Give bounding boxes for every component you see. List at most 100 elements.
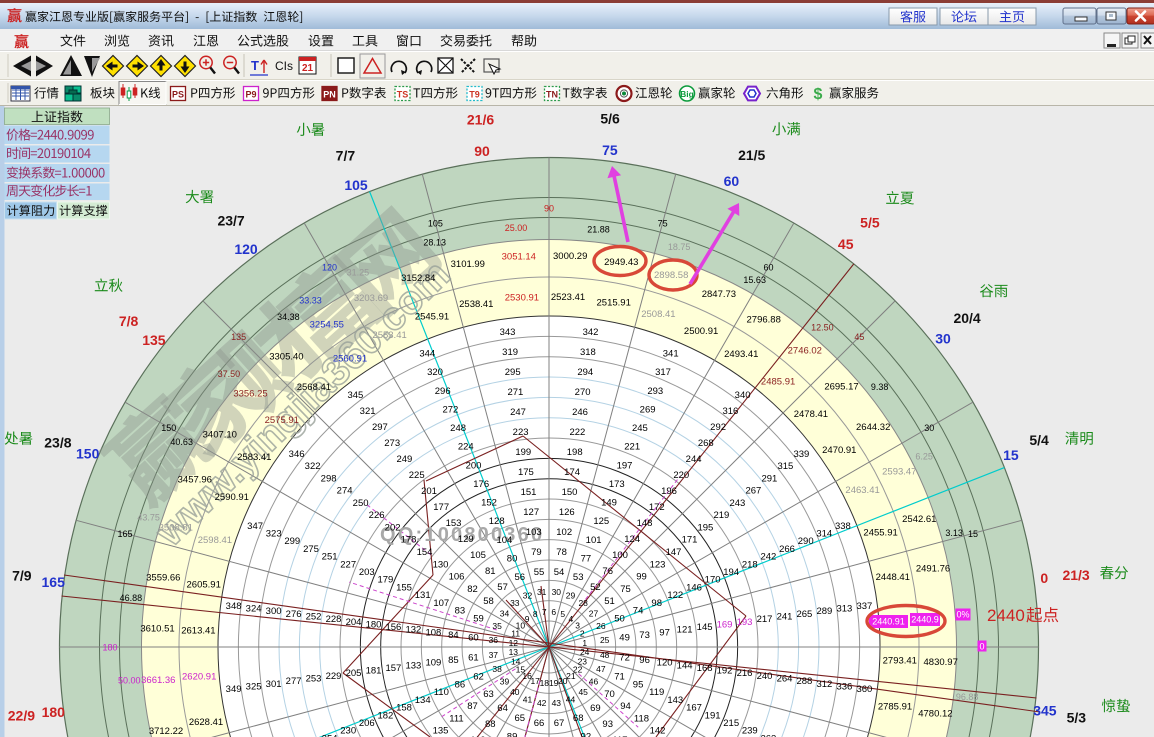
svg-text:57: 57 — [497, 582, 508, 593]
svg-text:2793.41: 2793.41 — [883, 656, 917, 667]
svg-text:48: 48 — [600, 650, 610, 660]
svg-text:0: 0 — [1040, 570, 1048, 586]
svg-text:200: 200 — [466, 460, 482, 471]
svg-text:148: 148 — [637, 518, 653, 529]
svg-text:2440.9: 2440.9 — [911, 615, 939, 625]
svg-text:54: 54 — [554, 567, 565, 578]
svg-text:75: 75 — [602, 142, 618, 158]
svg-text:227: 227 — [340, 559, 356, 570]
svg-text:263: 263 — [760, 733, 776, 737]
svg-text:129: 129 — [458, 534, 474, 545]
svg-text:170: 170 — [705, 575, 721, 586]
svg-text:26: 26 — [596, 621, 606, 631]
svg-text:68: 68 — [573, 713, 584, 724]
svg-text:45: 45 — [838, 236, 854, 252]
svg-text:6: 6 — [551, 607, 556, 617]
svg-text:172: 172 — [649, 502, 665, 513]
svg-text:2613.41: 2613.41 — [181, 626, 215, 637]
svg-text:5/4: 5/4 — [1029, 432, 1049, 448]
svg-text:130: 130 — [433, 559, 449, 570]
svg-text:45: 45 — [854, 332, 864, 342]
svg-text:313: 313 — [836, 604, 852, 615]
svg-text:155: 155 — [396, 583, 412, 594]
svg-text:300: 300 — [266, 606, 282, 617]
svg-text:CIs: CIs — [275, 59, 293, 73]
svg-text:239: 239 — [742, 726, 758, 737]
svg-text:45: 45 — [578, 687, 588, 697]
svg-text:25.00: 25.00 — [505, 223, 528, 233]
svg-text:295: 295 — [505, 367, 521, 378]
svg-text:341: 341 — [663, 349, 679, 360]
svg-text:301: 301 — [266, 679, 282, 690]
svg-text:192: 192 — [717, 666, 733, 677]
svg-text:2500.91: 2500.91 — [684, 326, 718, 337]
svg-text:108: 108 — [425, 627, 441, 638]
svg-text:36: 36 — [489, 635, 499, 645]
svg-text:103: 103 — [526, 527, 542, 538]
svg-text:12.50: 12.50 — [811, 322, 834, 332]
svg-text:PN: PN — [323, 90, 336, 100]
svg-text:60: 60 — [468, 633, 479, 644]
svg-text:74: 74 — [633, 606, 644, 617]
svg-text:63: 63 — [483, 689, 494, 700]
svg-text:254: 254 — [322, 733, 338, 737]
svg-text:345: 345 — [347, 390, 363, 401]
svg-text:2455.91: 2455.91 — [863, 527, 897, 538]
svg-text:5/6: 5/6 — [600, 111, 620, 127]
svg-text:107: 107 — [433, 598, 449, 609]
svg-text:31.25: 31.25 — [347, 267, 370, 277]
svg-text:102: 102 — [556, 527, 572, 538]
svg-text:250: 250 — [353, 498, 369, 509]
svg-text:86: 86 — [455, 679, 466, 690]
svg-text:2620.91: 2620.91 — [182, 672, 216, 683]
svg-text:175: 175 — [518, 467, 534, 478]
svg-text:2785.91: 2785.91 — [878, 701, 912, 712]
svg-text:324: 324 — [246, 604, 262, 615]
svg-text:2545.91: 2545.91 — [415, 312, 449, 323]
svg-text:34.38: 34.38 — [277, 312, 300, 322]
svg-text:178: 178 — [401, 535, 417, 546]
svg-text:2575.91: 2575.91 — [265, 415, 299, 426]
svg-text:93: 93 — [602, 719, 613, 730]
svg-text:338: 338 — [835, 521, 851, 532]
svg-text:276: 276 — [286, 609, 302, 620]
svg-text:21: 21 — [302, 63, 314, 74]
svg-text:147: 147 — [666, 547, 682, 558]
svg-text:3.13: 3.13 — [945, 528, 963, 538]
svg-text:248: 248 — [450, 423, 466, 434]
svg-text:73: 73 — [639, 630, 650, 641]
svg-text:120: 120 — [657, 658, 673, 669]
svg-text:7/7: 7/7 — [336, 148, 356, 164]
svg-text:2508.41: 2508.41 — [641, 309, 675, 320]
svg-text:18: 18 — [540, 678, 550, 688]
svg-text:297: 297 — [372, 422, 388, 433]
svg-text:176: 176 — [473, 479, 489, 490]
svg-text:40: 40 — [510, 687, 520, 697]
svg-text:PS: PS — [172, 90, 184, 100]
svg-text:128: 128 — [489, 516, 505, 527]
svg-text:6.25: 6.25 — [915, 451, 933, 461]
svg-text:349: 349 — [226, 684, 242, 695]
svg-text:111: 111 — [449, 714, 463, 725]
svg-text:220: 220 — [673, 470, 689, 481]
svg-text:20/4: 20/4 — [953, 310, 980, 326]
svg-text:173: 173 — [609, 479, 625, 490]
svg-text:340: 340 — [735, 390, 751, 401]
svg-text:31: 31 — [537, 587, 547, 597]
svg-text:39: 39 — [500, 677, 510, 687]
svg-text:9.38: 9.38 — [871, 382, 889, 392]
svg-text:292: 292 — [710, 422, 726, 433]
svg-text:3610.51: 3610.51 — [140, 624, 174, 635]
svg-text:66: 66 — [534, 718, 545, 729]
svg-text:133: 133 — [405, 660, 421, 671]
svg-text:76: 76 — [602, 566, 613, 577]
svg-text:246: 246 — [572, 407, 588, 418]
svg-text:37.50: 37.50 — [218, 369, 241, 379]
svg-text:3407.10: 3407.10 — [203, 430, 237, 441]
svg-text:240: 240 — [757, 671, 773, 682]
svg-text:165: 165 — [117, 529, 132, 539]
svg-text:56: 56 — [515, 572, 526, 583]
svg-text:2695.17: 2695.17 — [824, 382, 858, 393]
svg-text:52: 52 — [590, 582, 601, 593]
svg-text:2590.91: 2590.91 — [215, 492, 249, 503]
